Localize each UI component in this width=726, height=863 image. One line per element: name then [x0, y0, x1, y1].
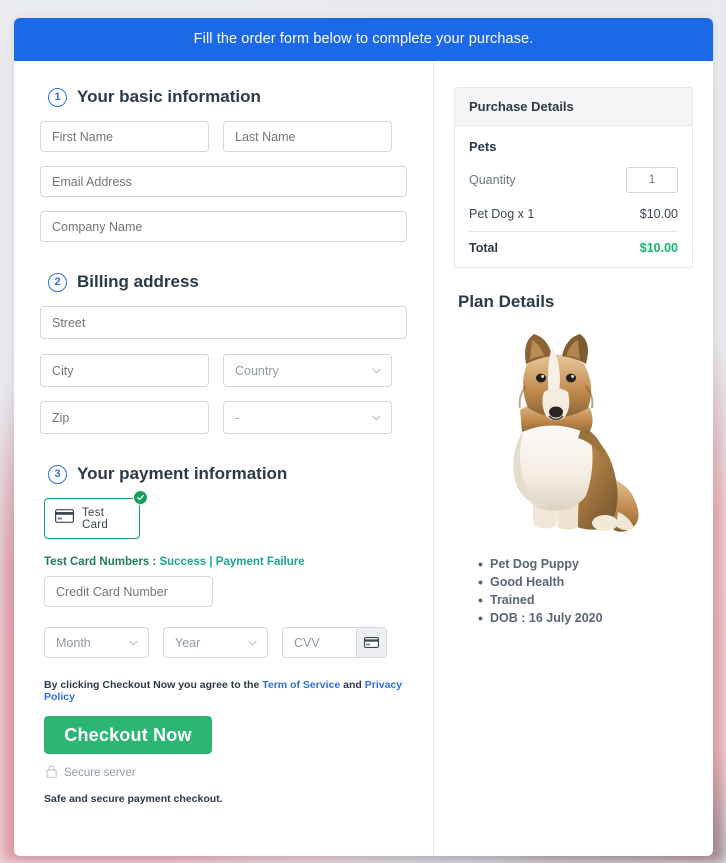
city-country-row: Country	[40, 354, 407, 387]
secure-server-row: Secure server	[46, 765, 407, 781]
payment-failure-link[interactable]: Payment Failure	[216, 556, 305, 568]
plan-image-wrap	[454, 326, 693, 541]
section-title-billing: Billing address	[77, 272, 199, 291]
credit-card-icon	[54, 509, 75, 528]
company-input[interactable]	[40, 211, 407, 242]
first-name-input[interactable]	[40, 121, 209, 152]
purchase-group-label: Pets	[469, 139, 497, 154]
lock-icon	[46, 765, 57, 781]
step-number-2: 2	[48, 272, 67, 292]
test-card-numbers-label: Test Card Numbers :	[44, 556, 157, 568]
plan-features-list: Pet Dog Puppy Good Health Trained DOB : …	[478, 556, 693, 626]
test-card-numbers-line: Test Card Numbers : Success | Payment Fa…	[44, 556, 407, 568]
quantity-label: Quantity	[469, 173, 516, 187]
test-card-label: Test Card	[82, 506, 109, 531]
form-column: 1 Your basic information 2 Billing addre…	[14, 61, 434, 856]
month-select-value: Month	[44, 627, 149, 658]
list-item: Good Health	[478, 574, 693, 590]
line-item-label: Pet Dog x 1	[469, 207, 535, 221]
quantity-row: Quantity	[469, 167, 678, 193]
checkout-card: Fill the order form below to complete yo…	[14, 18, 713, 856]
state-select-value: -	[223, 401, 392, 434]
term-of-service-link[interactable]: Term of Service	[262, 679, 340, 691]
country-select[interactable]: Country	[223, 354, 392, 387]
terms-and: and	[343, 679, 362, 691]
purchase-details-header: Purchase Details	[455, 88, 692, 126]
month-select[interactable]: Month	[44, 627, 149, 658]
success-link[interactable]: Success	[159, 556, 206, 568]
checkout-now-button[interactable]: Checkout Now	[44, 716, 212, 754]
list-item: Trained	[478, 592, 693, 608]
expiry-cvv-row: Month Year CVV	[44, 627, 407, 658]
secure-server-label: Secure server	[64, 767, 136, 779]
email-input[interactable]	[40, 166, 407, 197]
credit-card-row	[44, 576, 407, 607]
terms-prefix: By clicking Checkout Now you agree to th…	[44, 679, 260, 691]
list-item: DOB : 16 July 2020	[478, 610, 693, 626]
section-heading-billing: 2 Billing address	[48, 272, 407, 292]
section-title-payment: Your payment information	[77, 464, 288, 483]
summary-column: Purchase Details Pets Quantity Pet Dog x…	[434, 61, 713, 856]
purchase-details-panel: Purchase Details Pets Quantity Pet Dog x…	[454, 87, 693, 268]
test-card-option-wrap: Test Card	[44, 490, 148, 539]
street-input[interactable]	[40, 306, 407, 339]
credit-card-number-input[interactable]	[44, 576, 213, 607]
section-heading-basic: 1 Your basic information	[48, 87, 407, 107]
cvv-placeholder: CVV	[294, 635, 320, 650]
step-number-3: 3	[48, 464, 67, 484]
check-circle-icon	[133, 490, 148, 505]
step-number-1: 1	[48, 87, 67, 107]
section-heading-payment: 3 Your payment information	[48, 464, 407, 484]
cvv-field[interactable]: CVV	[282, 627, 387, 658]
country-select-value: Country	[223, 354, 392, 387]
name-row	[40, 121, 407, 152]
year-select-value: Year	[163, 627, 268, 658]
line-item-row: Pet Dog x 1 $10.00	[469, 203, 678, 231]
link-separator: |	[209, 556, 213, 568]
divider	[469, 231, 678, 232]
street-row	[40, 306, 407, 339]
dog-photo	[513, 334, 639, 532]
purchase-details-body: Pets Quantity Pet Dog x 1 $10.00 Total $…	[455, 126, 692, 267]
company-row	[40, 211, 407, 242]
content-columns: 1 Your basic information 2 Billing addre…	[14, 61, 713, 856]
state-select[interactable]: -	[223, 401, 392, 434]
banner: Fill the order form below to complete yo…	[14, 18, 713, 61]
test-card-option[interactable]: Test Card	[44, 498, 140, 539]
total-amount: $10.00	[639, 241, 678, 255]
cvv-card-icon	[356, 628, 386, 657]
year-select[interactable]: Year	[163, 627, 268, 658]
email-row	[40, 166, 407, 197]
quantity-input[interactable]	[626, 167, 678, 193]
last-name-input[interactable]	[223, 121, 392, 152]
zip-state-row: -	[40, 401, 407, 434]
terms-line: By clicking Checkout Now you agree to th…	[44, 679, 407, 703]
list-item: Pet Dog Puppy	[478, 556, 693, 572]
line-item-amount: $10.00	[639, 207, 678, 221]
city-input[interactable]	[40, 354, 209, 387]
total-label: Total	[469, 241, 498, 255]
billing-fields: Country -	[40, 306, 407, 434]
safe-checkout-note: Safe and secure payment checkout.	[44, 793, 223, 805]
section-title-basic: Your basic information	[77, 87, 261, 106]
zip-input[interactable]	[40, 401, 209, 434]
total-row: Total $10.00	[469, 241, 678, 255]
plan-details-title: Plan Details	[458, 292, 555, 311]
